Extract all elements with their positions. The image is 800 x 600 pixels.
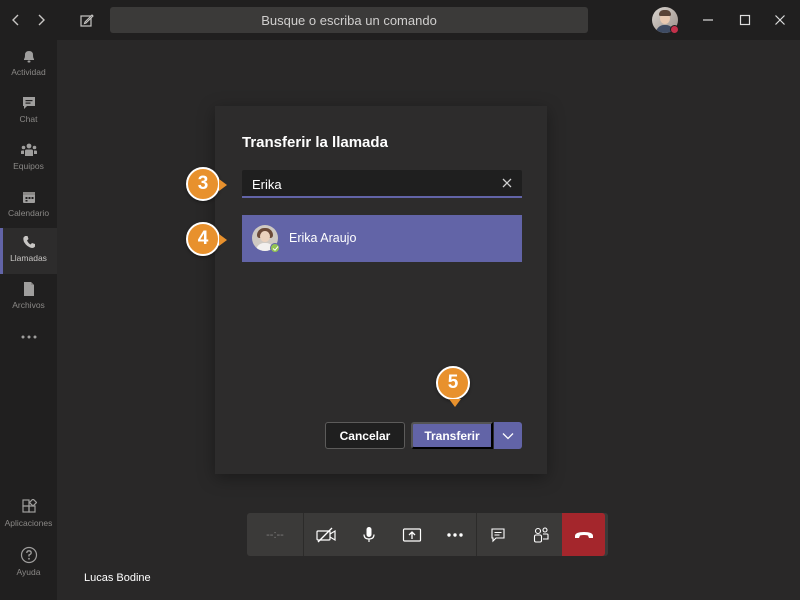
rail-item-calendario[interactable]: Calendario	[0, 183, 57, 229]
cancel-button[interactable]: Cancelar	[325, 422, 405, 449]
hang-up-button[interactable]	[562, 513, 605, 556]
title-bar: Busque o escriba un comando	[0, 0, 800, 40]
available-status-icon	[270, 243, 280, 253]
rail-label: Equipos	[13, 161, 44, 171]
step-number: 3	[197, 173, 209, 194]
teams-icon	[20, 143, 37, 156]
step-number: 4	[197, 228, 209, 249]
bell-icon	[23, 51, 34, 63]
chat-icon	[491, 527, 505, 542]
rail-label: Chat	[19, 114, 38, 124]
step-callout-5: 5	[436, 366, 470, 407]
rail-item-aplicaciones[interactable]: Aplicaciones	[0, 493, 57, 539]
search-placeholder: Busque o escriba un comando	[261, 12, 437, 28]
rail-label: Aplicaciones	[4, 518, 53, 528]
self-participant-name: Lucas Bodine	[84, 572, 151, 584]
close-icon[interactable]	[770, 10, 790, 30]
file-icon	[23, 282, 34, 296]
rail-item-actividad[interactable]: Actividad	[0, 42, 57, 88]
rail-item-equipos[interactable]: Equipos	[0, 136, 57, 182]
more-icon	[446, 532, 463, 537]
rail-item-llamadas[interactable]: Llamadas	[0, 228, 57, 274]
microphone-icon	[362, 526, 375, 542]
step-callout-3: 3	[186, 167, 227, 201]
call-controls: --:--	[247, 513, 608, 556]
chat-icon	[22, 97, 35, 109]
chevron-right-icon[interactable]	[31, 10, 51, 30]
rail-item-chat[interactable]: Chat	[0, 89, 57, 135]
microphone-button[interactable]	[347, 513, 390, 556]
share-screen-icon	[402, 527, 421, 542]
clear-icon[interactable]	[500, 176, 514, 190]
chevron-down-icon	[502, 432, 514, 439]
participants-button[interactable]	[519, 513, 562, 556]
rail-label: Actividad	[11, 67, 46, 77]
participants-icon	[533, 526, 549, 543]
phone-icon	[22, 236, 35, 248]
apps-icon	[21, 499, 37, 513]
rail-item-ayuda[interactable]: Ayuda	[0, 540, 57, 586]
contact-name: Erika Araujo	[289, 231, 357, 245]
chat-button[interactable]	[476, 513, 519, 556]
search-result-item[interactable]: Erika Araujo	[242, 215, 522, 262]
transfer-options-button[interactable]	[494, 422, 522, 449]
command-search-input[interactable]: Busque o escriba un comando	[110, 7, 588, 33]
camera-off-button[interactable]	[304, 513, 347, 556]
rail-more-icon[interactable]	[0, 328, 57, 374]
hang-up-icon	[574, 531, 593, 538]
maximize-icon[interactable]	[735, 10, 755, 30]
rail-label: Calendario	[7, 208, 50, 218]
dialog-title: Transferir la llamada	[242, 134, 388, 151]
share-screen-button[interactable]	[390, 513, 433, 556]
chevron-left-icon[interactable]	[6, 10, 26, 30]
rail-label: Llamadas	[10, 253, 47, 263]
transfer-search-input[interactable]: Erika	[242, 170, 522, 198]
step-callout-4: 4	[186, 222, 227, 256]
busy-status-icon	[670, 25, 679, 34]
rail-label: Archivos	[12, 300, 45, 310]
camera-off-icon	[315, 527, 336, 542]
call-timer: --:--	[247, 513, 304, 556]
transfer-search-value: Erika	[252, 177, 282, 192]
rail-label: Ayuda	[16, 567, 41, 577]
transfer-dialog: Transferir la llamada Erika Erika Araujo…	[215, 106, 547, 474]
minimize-icon[interactable]	[698, 10, 718, 30]
compose-icon[interactable]	[76, 9, 98, 31]
more-actions-button[interactable]	[433, 513, 476, 556]
app-rail: Actividad Chat Equipos Calendario Llamad…	[0, 40, 57, 600]
step-number: 5	[447, 372, 459, 393]
calendar-icon	[22, 192, 35, 203]
rail-item-archivos[interactable]: Archivos	[0, 275, 57, 321]
transfer-button[interactable]: Transferir	[411, 422, 493, 449]
help-icon	[20, 546, 37, 564]
